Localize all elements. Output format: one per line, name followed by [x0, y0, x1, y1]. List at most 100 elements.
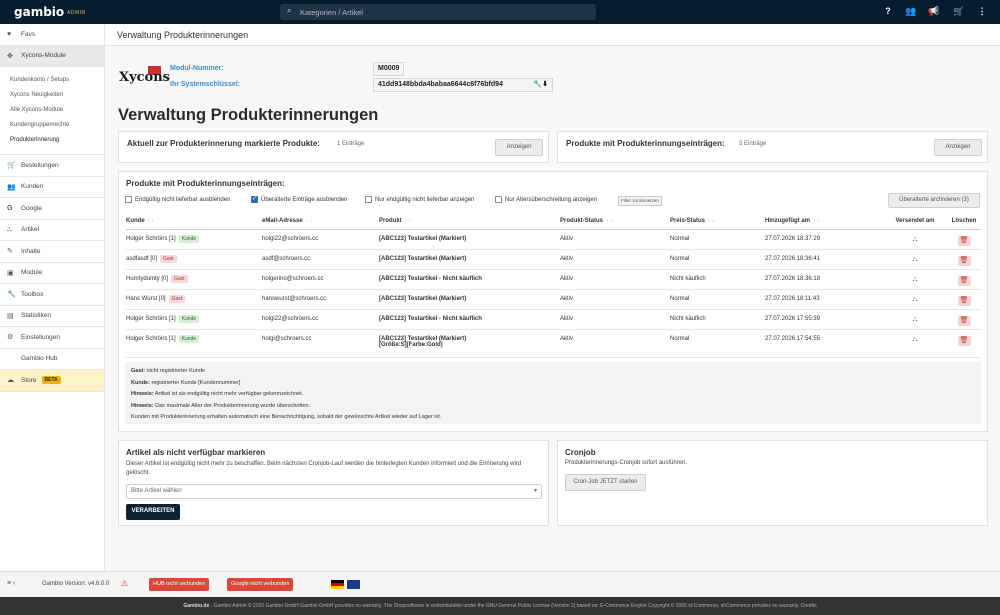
cell-produkt[interactable]: [ABC123] Testartikel (Markiert) [379, 289, 560, 310]
filter-hide-outdated[interactable]: Überalterte Einträge ausblenden [251, 195, 347, 203]
filter-not-deliverable[interactable]: Endgültig nicht lieferbar ausblenden [125, 196, 230, 203]
cell-kunde: Humtydumty [0] Gast [126, 269, 262, 290]
delete-icon[interactable]: 🗑 [957, 275, 971, 286]
menu-toggle-icon[interactable]: ≡ ‹ [7, 580, 15, 587]
sidebar-item-label: Bestellungen [21, 161, 59, 169]
cell-datum: 27.07.2026 18:37:29 [765, 229, 883, 250]
store-icon: ☁ [7, 377, 14, 385]
google-status-button[interactable]: Google nicht verbunden [227, 578, 294, 591]
cell-produkt[interactable]: [ABC123] Testartikel (Markiert) [Größe:S]… [379, 329, 560, 358]
sidebar: ♥ Favs ✥ Xycons-Module Kundenkonto / Setup… [0, 24, 105, 571]
user-menu-icon[interactable]: ⋮ [976, 6, 988, 17]
cell-produkt[interactable]: [ABC123] Testartikel (Markiert) [379, 229, 560, 250]
sidebar-item-einstellungen[interactable]: ⚙ Einstellungen [0, 327, 104, 349]
checkbox[interactable] [365, 196, 372, 203]
sidebar-item-hub[interactable]: Gambio Hub [0, 349, 104, 370]
delete-icon[interactable]: 🗑 [957, 315, 971, 326]
modul-value: M0009 [373, 62, 405, 76]
sidebar-item-store[interactable]: ☁ Store BETA [0, 370, 104, 392]
submenu-item-kundengruppenrechte[interactable]: Kundengruppenrechte [10, 118, 104, 133]
sidebar-item-statistiken[interactable]: ▤ Statistiken [0, 306, 104, 327]
help-icon[interactable]: ? [882, 6, 894, 16]
sidebar-item-toolbox[interactable]: 🔧 Toolbox [0, 284, 104, 306]
sent-status-icon: ⛬ [912, 275, 918, 283]
sidebar-item-module[interactable]: ▣ Module [0, 263, 104, 284]
sidebar-item-favs[interactable]: ♥ Favs [0, 24, 104, 46]
col-email[interactable]: eMail-Adresse ↑ ↓ [262, 213, 379, 230]
users-icon[interactable]: 👥 [905, 6, 917, 17]
archive-button[interactable]: Überalterte archivieren (3) [888, 193, 980, 208]
sidebar-item-google[interactable]: G Google [0, 198, 104, 220]
key-label: Ihr Systemschlüssel: [170, 81, 241, 88]
cell-loeschen: 🗑 [947, 249, 981, 270]
card-entries-count: 3 Einträge [739, 141, 767, 147]
filter-only-not-deliverable[interactable]: Nur endgültig nicht lieferbar anzeigen [365, 196, 474, 203]
submenu-item-alle-module[interactable]: Alle Xycons-Module [10, 103, 104, 118]
german-flag-icon[interactable] [331, 580, 344, 589]
submenu-item-produkterinnerung[interactable]: Produkterinnerung [10, 133, 104, 148]
delete-icon[interactable]: 🗑 [957, 255, 971, 266]
col-kunde[interactable]: Kunde ↑ ↓ [126, 213, 262, 230]
article-select[interactable]: Bitte Artikel wählen ▾ [126, 484, 542, 499]
sidebar-item-label: Einstellungen [21, 333, 61, 341]
checkbox[interactable] [125, 196, 132, 203]
col-preis-status[interactable]: Preis-Status ↑ ↓ [670, 213, 765, 230]
table-row: Humtydumty [0] Gast holgerino@schroers.cc[… [126, 269, 981, 290]
sidebar-item-bestellungen[interactable]: 🛒 Bestellungen [0, 155, 104, 177]
show-marked-button[interactable]: Anzeigen [495, 139, 543, 156]
checkbox[interactable] [495, 196, 502, 203]
megaphone-icon[interactable]: 📢 [928, 6, 940, 17]
page-heading: Verwaltung Produkterinnerungen [118, 106, 379, 124]
cell-datum: 27.07.2026 17:54:55 [765, 329, 883, 358]
process-button[interactable]: VERARBEITEN [126, 504, 180, 520]
sidebar-item-label: Toolbox [21, 290, 44, 298]
submenu-item-neuigkeiten[interactable]: Xycons Neuigkeiten [10, 88, 104, 103]
cell-email: holgi22@schroers.cc [262, 309, 379, 330]
show-entries-button[interactable]: Anzeigen [934, 139, 982, 156]
delete-icon[interactable]: 🗑 [957, 235, 971, 246]
chart-icon: ▤ [7, 312, 14, 320]
cell-produkt-status: Aktiv [560, 249, 670, 270]
cell-produkt[interactable]: [ABC123] Testartikel - Nicht käuflich [379, 269, 560, 290]
cell-produkt[interactable]: [ABC123] Testartikel (Markiert) [379, 249, 560, 270]
cell-preis-status: Normal [670, 249, 765, 270]
cell-loeschen: 🗑 [947, 229, 981, 250]
col-produkt-status[interactable]: Produkt-Status ↑ ↓ [560, 213, 670, 230]
col-produkt[interactable]: Produkt ↑ ↓ [379, 213, 560, 230]
filter-reset-button[interactable]: Filter zurücksetzen [618, 196, 662, 206]
cell-produkt-status: Aktiv [560, 229, 670, 250]
gambio-link[interactable]: Gambio.de [183, 603, 209, 609]
sidebar-item-xycons[interactable]: ✥ Xycons-Module [0, 45, 104, 67]
delete-icon[interactable]: 🗑 [957, 335, 971, 346]
cart-icon[interactable]: 🛒 [953, 6, 965, 17]
search-box[interactable]: ⌕ [280, 4, 596, 20]
sidebar-item-label: Gambio Hub [21, 355, 58, 363]
cell-produkt[interactable]: [ABC123] Testartikel - Nicht käuflich [379, 309, 560, 330]
delete-icon[interactable]: 🗑 [957, 295, 971, 306]
submenu-item-kundenkonto[interactable]: Kundenkonto / Setups [10, 73, 104, 88]
sidebar-item-label: Xycons-Module [21, 52, 66, 60]
sidebar-item-label: Store [21, 376, 37, 384]
hub-status-button[interactable]: HUB nicht verbunden [149, 578, 210, 591]
footer: ≡ ‹ Gambio Version: v4.6.0.0 ⚠ HUB nicht… [0, 571, 1000, 597]
tools-icon[interactable]: 🔧⬇ [533, 79, 548, 91]
cronjob-start-button[interactable]: Cron-Job JETZT starten [565, 474, 646, 491]
list-title: Produkte mit Produkterinnungseinträgen: [126, 179, 285, 188]
cell-preis-status: Nicht käuflich [670, 269, 765, 290]
filter-only-age[interactable]: Nur Altersüberschreitung anzeigen [495, 196, 597, 203]
cell-versendet: ⛬ [883, 229, 947, 250]
sidebar-item-kunden[interactable]: 👥 Kunden [0, 177, 104, 198]
cell-produkt-status: Aktiv [560, 269, 670, 290]
cell-versendet: ⛬ [883, 249, 947, 270]
top-navbar: gambio ADMIN ⌕ ? 👥 📢 🛒 ⋮ [0, 0, 1000, 24]
checkbox[interactable] [251, 195, 258, 203]
english-flag-icon[interactable] [347, 580, 360, 589]
xycons-logo: Xycons [119, 66, 170, 90]
search-input[interactable] [300, 4, 590, 20]
content-icon: ✎ [7, 248, 13, 256]
customer-type-badge: Gast [160, 254, 177, 263]
col-hinzugefuegt[interactable]: Hinzugefügt am ↑ ↓ [765, 213, 883, 230]
gambio-logo[interactable]: gambio [14, 5, 64, 19]
sidebar-item-inhalte[interactable]: ✎ Inhalte [0, 241, 104, 263]
sidebar-item-artikel[interactable]: ⛬ Artikel [0, 220, 104, 241]
